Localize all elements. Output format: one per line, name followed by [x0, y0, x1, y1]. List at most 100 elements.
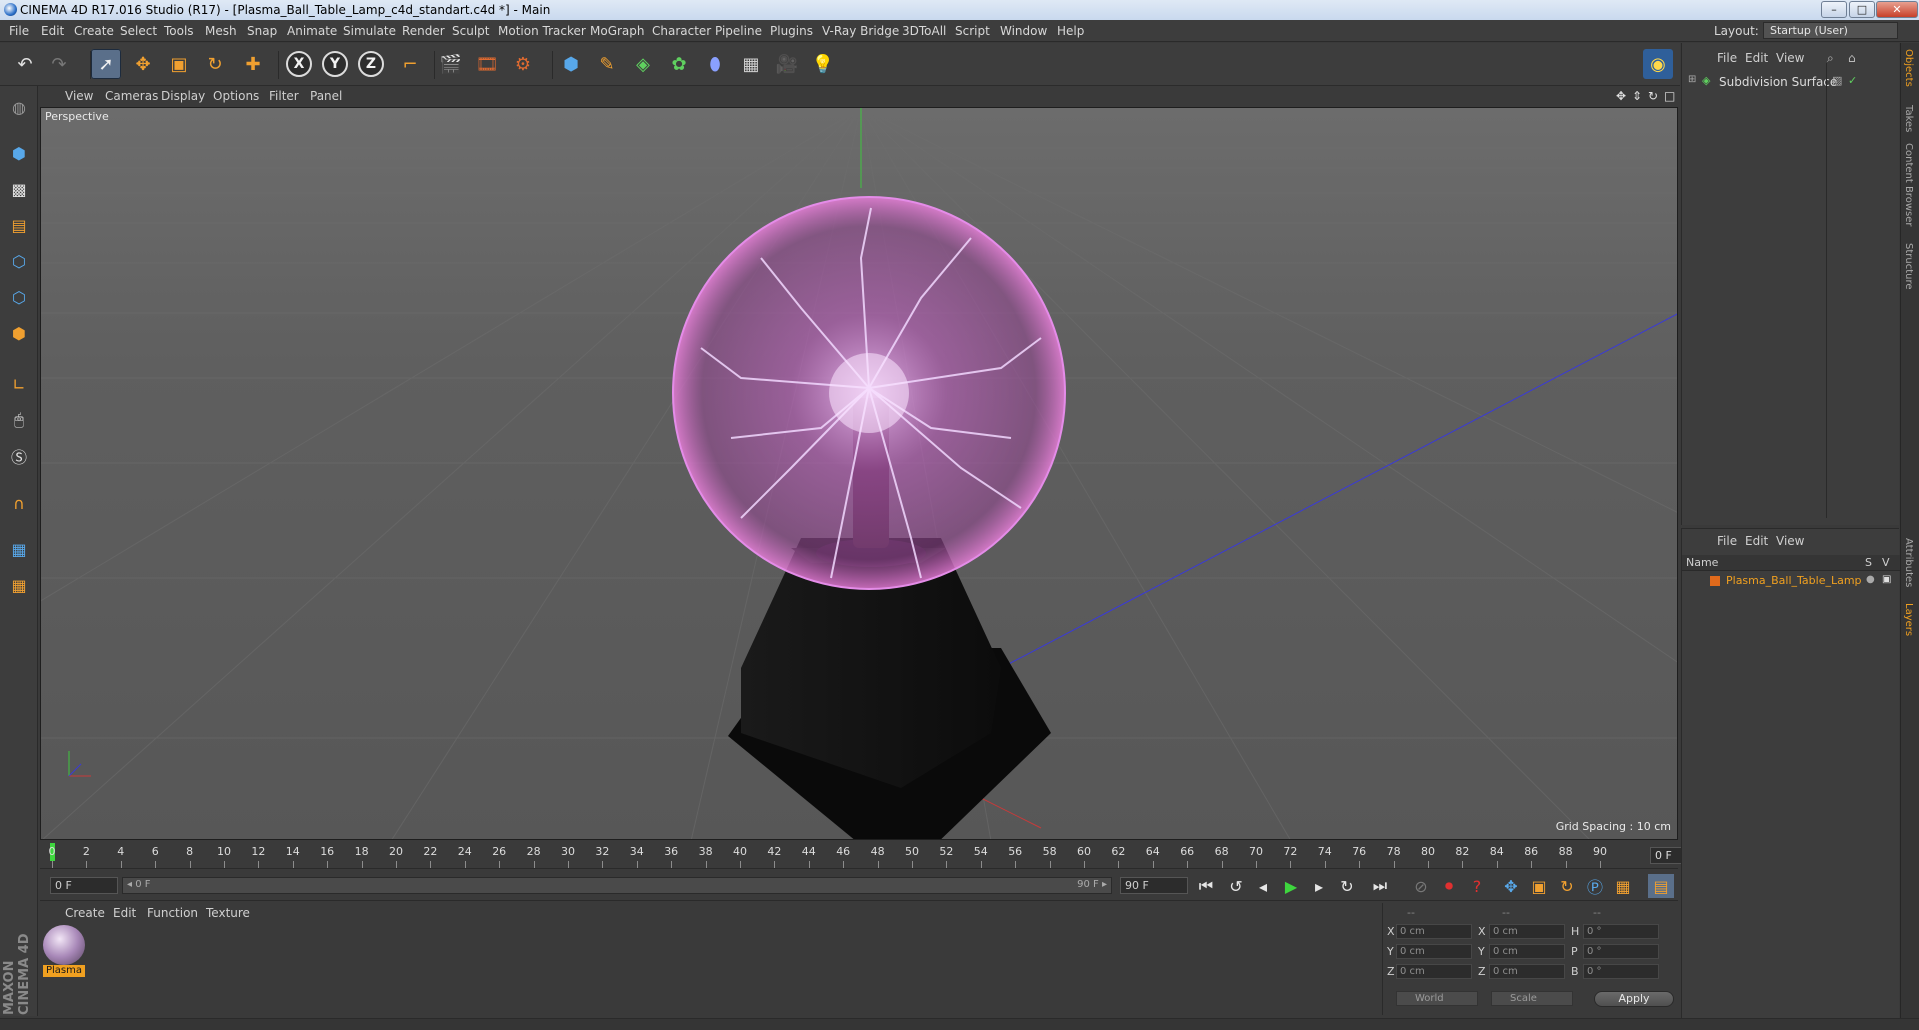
apply-button[interactable]: Apply — [1594, 991, 1674, 1007]
rotate-tool-icon[interactable]: ↻ — [200, 49, 230, 79]
z-axis-lock-button[interactable]: Z — [356, 49, 386, 79]
coord-mode-dropdown[interactable]: World — [1396, 991, 1478, 1006]
size-x-field[interactable]: 0 cm — [1489, 924, 1565, 939]
start-frame-field[interactable]: 0 F — [50, 877, 118, 894]
menu-motion-tracker[interactable]: Motion Tracker — [498, 24, 586, 38]
viewport-menu-cameras[interactable]: Cameras — [105, 89, 158, 103]
x-axis-lock-button[interactable]: X — [284, 49, 314, 79]
tab-content-browser[interactable]: Content Browser — [1903, 143, 1914, 226]
points-mode-icon[interactable]: ⬡ — [4, 246, 34, 276]
menu-help[interactable]: Help — [1057, 24, 1084, 38]
object-menu-view[interactable]: View — [1776, 51, 1804, 65]
menu-snap[interactable]: Snap — [247, 24, 277, 38]
menu-sculpt[interactable]: Sculpt — [452, 24, 489, 38]
keyframe-selection-icon[interactable]: ? — [1464, 874, 1490, 898]
tab-takes[interactable]: Takes — [1903, 105, 1914, 132]
menu-render[interactable]: Render — [402, 24, 445, 38]
coordinate-system-icon[interactable]: ⌐ — [395, 49, 425, 79]
key-position-icon[interactable]: ✥ — [1498, 874, 1524, 898]
enabled-check-icon[interactable]: ✓ — [1848, 74, 1857, 87]
object-menu-edit[interactable]: Edit — [1745, 51, 1768, 65]
model-mode-icon[interactable]: ⬢ — [4, 138, 34, 168]
tab-layers[interactable]: Layers — [1903, 603, 1914, 636]
record-keys-icon[interactable]: ⊘ — [1408, 874, 1434, 898]
redo-icon[interactable]: ↷ — [44, 49, 74, 79]
menu-3dtoall[interactable]: 3DToAll — [902, 24, 946, 38]
edges-mode-icon[interactable]: ⬡ — [4, 282, 34, 312]
viewport-rotate-icon[interactable]: ↻ — [1648, 89, 1658, 103]
layer-visible-toggle[interactable]: ▣ — [1882, 574, 1891, 585]
goto-start-icon[interactable]: ⏮ — [1193, 874, 1219, 898]
close-button[interactable]: ✕ — [1876, 1, 1918, 18]
viewport-menu-filter[interactable]: Filter — [269, 89, 299, 103]
menu-edit[interactable]: Edit — [41, 24, 64, 38]
next-frame-icon[interactable]: ▸ — [1306, 874, 1332, 898]
play-icon[interactable]: ▶ — [1278, 874, 1304, 898]
camera-icon[interactable]: 🎥 — [772, 49, 802, 79]
light-icon[interactable]: 💡 — [808, 49, 838, 79]
autokey-icon[interactable]: ⏺ — [1436, 874, 1462, 898]
search-icon[interactable]: ⌕ — [1827, 51, 1834, 66]
make-editable-icon[interactable]: ◍ — [4, 92, 34, 122]
visibility-icon[interactable]: ▨ — [1832, 74, 1842, 87]
viewport-maximize-icon[interactable]: □ — [1664, 89, 1675, 103]
deformer-icon[interactable]: ⬮ — [700, 49, 730, 79]
layout-dropdown[interactable]: Startup (User) — [1763, 22, 1898, 39]
render-view-icon[interactable]: 🎬 — [436, 49, 466, 79]
planar-workplane-icon[interactable]: ▦ — [4, 570, 34, 600]
menu-animate[interactable]: Animate — [287, 24, 337, 38]
render-settings-icon[interactable]: ⚙ — [508, 49, 538, 79]
menu-mograph[interactable]: MoGraph — [590, 24, 645, 38]
menu-tools[interactable]: Tools — [164, 24, 194, 38]
key-scale-icon[interactable]: ▣ — [1526, 874, 1552, 898]
move-tool-icon[interactable]: ✥ — [128, 49, 158, 79]
python-icon[interactable]: ◉ — [1643, 49, 1673, 79]
menu-create[interactable]: Create — [74, 24, 114, 38]
rotation-b-field[interactable]: 0 ° — [1583, 964, 1659, 979]
size-y-field[interactable]: 0 cm — [1489, 944, 1565, 959]
key-rotation-icon[interactable]: ↻ — [1554, 874, 1580, 898]
viewport-camera-label[interactable]: Perspective — [45, 110, 109, 123]
lock-workplane-icon[interactable]: ▦ — [4, 534, 34, 564]
menu-plugins[interactable]: Plugins — [770, 24, 813, 38]
viewport-menu-panel[interactable]: Panel — [310, 89, 342, 103]
rotation-p-field[interactable]: 0 ° — [1583, 944, 1659, 959]
viewport-pan-icon[interactable]: ✥ — [1616, 89, 1626, 103]
goto-end-icon[interactable]: ⏭ — [1367, 874, 1393, 898]
layer-menu-view[interactable]: View — [1776, 534, 1804, 548]
material-menu-texture[interactable]: Texture — [206, 906, 250, 920]
snapping-icon[interactable]: Ⓢ — [4, 441, 34, 471]
timeline-ruler[interactable]: 0 2 4 6 8 10 12 14 16 18 20 22 24 26 28 30 32 34 36 38 40 42 4… — [40, 843, 1716, 869]
transform-tool-icon[interactable]: ✚ — [238, 49, 268, 79]
render-picture-viewer-icon[interactable]: 🎞 — [472, 49, 502, 79]
position-z-field[interactable]: 0 cm — [1396, 964, 1472, 979]
menu-simulate[interactable]: Simulate — [343, 24, 396, 38]
menu-vray-bridge[interactable]: V-Ray Bridge — [822, 24, 899, 38]
viewport-menu-view[interactable]: View — [65, 89, 93, 103]
tab-structure[interactable]: Structure — [1903, 243, 1914, 290]
menu-file[interactable]: File — [9, 24, 29, 38]
live-selection-icon[interactable]: ➚ — [91, 49, 121, 79]
minimize-button[interactable]: – — [1821, 1, 1847, 18]
layer-menu-edit[interactable]: Edit — [1745, 534, 1768, 548]
next-key-icon[interactable]: ↻ — [1334, 874, 1360, 898]
workplane-mode-icon[interactable]: ▤ — [4, 210, 34, 240]
timeline-layout-icon[interactable]: ▤ — [1648, 874, 1674, 898]
polygons-mode-icon[interactable]: ⬢ — [4, 318, 34, 348]
y-axis-lock-button[interactable]: Y — [320, 49, 350, 79]
tab-attributes[interactable]: Attributes — [1903, 538, 1914, 587]
size-z-field[interactable]: 0 cm — [1489, 964, 1565, 979]
viewport-zoom-icon[interactable]: ⇕ — [1632, 89, 1642, 103]
key-pla-icon[interactable]: ▦ — [1610, 874, 1636, 898]
material-swatch-plasma[interactable]: Plasma — [43, 925, 85, 977]
axis-mode-icon[interactable]: ∟ — [4, 369, 34, 399]
viewport-menu-options[interactable]: Options — [213, 89, 259, 103]
object-row[interactable]: ⊞ ◈ Subdivision Surface ▨ ✓ — [1682, 73, 1900, 91]
menu-window[interactable]: Window — [1000, 24, 1047, 38]
spline-pen-icon[interactable]: ✎ — [592, 49, 622, 79]
layer-row[interactable]: Plasma_Ball_Table_Lamp ● ▣ — [1682, 573, 1900, 589]
layer-menu-file[interactable]: File — [1717, 534, 1737, 548]
material-menu-create[interactable]: Create — [65, 906, 105, 920]
layer-solo-toggle[interactable]: ● — [1866, 574, 1875, 585]
maximize-button[interactable]: □ — [1849, 1, 1875, 18]
